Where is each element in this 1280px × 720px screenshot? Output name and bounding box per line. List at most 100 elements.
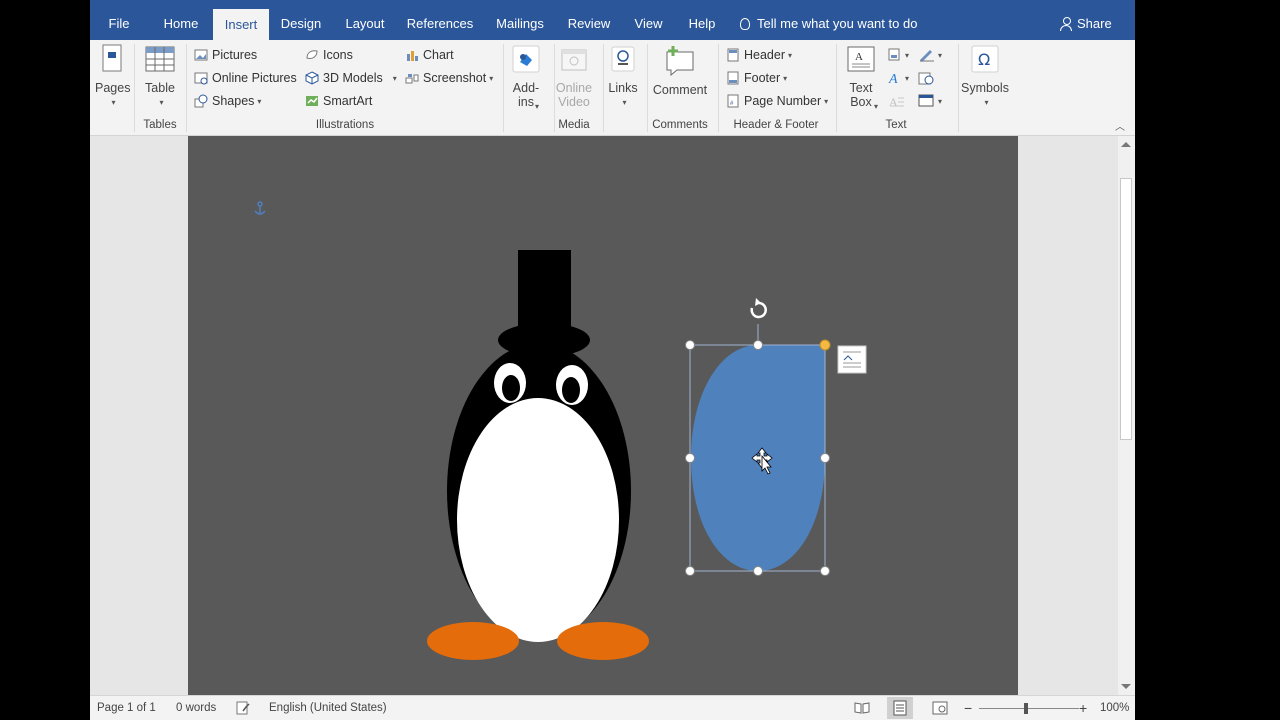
shapes-button[interactable]: Shapes ▾ <box>194 91 261 111</box>
chart-button[interactable]: Chart <box>405 45 454 65</box>
share-button[interactable]: Share <box>1060 0 1112 40</box>
layout-options-icon[interactable] <box>837 345 867 374</box>
tab-review[interactable]: Review <box>565 0 613 40</box>
text-box-button[interactable]: A Text Box ▾ <box>842 44 880 111</box>
pictures-label: Pictures <box>212 48 258 62</box>
selected-teardrop-shape[interactable] <box>685 298 831 576</box>
resize-handle[interactable] <box>820 566 830 576</box>
penguin-pupil-right <box>562 377 580 403</box>
penguin-belly <box>457 398 619 642</box>
online-video-button[interactable]: Online Video <box>554 44 594 109</box>
vertical-scrollbar[interactable] <box>1118 136 1135 695</box>
screenshot-button[interactable]: Screenshot ▾ <box>405 68 493 88</box>
svg-text:▾: ▾ <box>905 74 909 83</box>
add-ins-button[interactable]: Add- ins ▾ <box>508 44 544 111</box>
page-number-button[interactable]: # Page Number ▾ <box>726 91 828 111</box>
print-layout-icon[interactable] <box>887 697 913 719</box>
rotate-handle-icon[interactable] <box>750 298 767 319</box>
object-icon[interactable]: ▾ <box>918 94 948 108</box>
wordart-icon[interactable]: A ▾ <box>888 71 916 85</box>
smartart-icon <box>306 96 318 106</box>
icons-button[interactable]: Icons <box>305 45 353 65</box>
share-label: Share <box>1077 16 1112 31</box>
header-icon <box>727 48 739 62</box>
web-layout-icon[interactable] <box>932 701 948 715</box>
chart-label: Chart <box>423 48 454 62</box>
header-button[interactable]: Header ▾ <box>726 45 792 65</box>
tab-layout[interactable]: Layout <box>341 0 389 40</box>
signature-line-icon[interactable]: ▾ <box>918 48 948 62</box>
online-pictures-button[interactable]: Online Pictures <box>194 68 297 88</box>
penguin-foot-left <box>427 622 519 660</box>
chevron-down-icon: ▾ <box>622 98 627 107</box>
scroll-thumb[interactable] <box>1120 178 1132 440</box>
pages-button[interactable]: Pages ▾ <box>95 44 131 109</box>
tab-view[interactable]: View <box>630 0 667 40</box>
word-count[interactable]: 0 words <box>176 696 216 720</box>
zoom-slider[interactable] <box>979 703 1079 714</box>
quick-parts-icon[interactable]: ▾ <box>888 48 916 62</box>
page-number-icon: # <box>727 94 739 108</box>
date-time-icon[interactable] <box>918 71 934 85</box>
tab-design[interactable]: Design <box>276 0 326 40</box>
zoom-level[interactable]: 100% <box>1100 696 1129 720</box>
tab-help[interactable]: Help <box>683 0 721 40</box>
symbols-button[interactable]: Ω Symbols ▾ <box>960 44 1010 109</box>
language[interactable]: English (United States) <box>269 696 387 720</box>
footer-button[interactable]: Footer ▾ <box>726 68 787 88</box>
links-button[interactable]: Links ▾ <box>605 44 641 109</box>
tab-home[interactable]: Home <box>158 0 204 40</box>
separator <box>958 44 959 132</box>
drop-cap-icon[interactable]: A <box>888 94 916 108</box>
lightbulb-icon <box>740 18 750 30</box>
tab-references[interactable]: References <box>406 0 474 40</box>
comment-label: Comment <box>652 83 708 97</box>
online-video-label-2: Video <box>558 95 590 109</box>
scroll-down-icon[interactable] <box>1121 684 1131 689</box>
penguin-foot-right <box>557 622 649 660</box>
proofing-icon[interactable] <box>236 701 251 715</box>
chevron-down-icon: ▾ <box>874 102 879 111</box>
pages-label: Pages <box>95 81 131 95</box>
text-box-icon: A <box>847 46 875 72</box>
zoom-in-button[interactable]: + <box>1079 696 1087 720</box>
comment-button[interactable]: Comment <box>651 44 709 97</box>
svg-text:A: A <box>855 51 863 63</box>
3d-models-button[interactable]: 3D Models ▾ <box>305 68 397 88</box>
page-count[interactable]: Page 1 of 1 <box>97 696 156 720</box>
group-label-header-footer: Header & Footer <box>733 119 819 131</box>
resize-handle[interactable] <box>753 566 763 576</box>
table-icon <box>145 46 175 72</box>
word-window: File Home Insert Design Layout Reference… <box>90 0 1135 720</box>
tab-file[interactable]: File <box>100 0 138 40</box>
collapse-ribbon-icon[interactable]: ︿ <box>1115 118 1125 133</box>
resize-handle[interactable] <box>685 340 695 350</box>
tab-insert[interactable]: Insert <box>213 9 269 40</box>
separator <box>186 44 187 132</box>
separator <box>718 44 719 132</box>
resize-handle[interactable] <box>685 453 695 463</box>
icons-label: Icons <box>323 48 353 62</box>
smartart-button[interactable]: SmartArt <box>305 91 372 111</box>
chevron-down-icon: ▾ <box>824 97 829 106</box>
tell-me-search[interactable]: Tell me what you want to do <box>740 0 917 40</box>
scroll-up-icon[interactable] <box>1121 142 1131 147</box>
penguin-drawing <box>427 250 649 660</box>
resize-handle[interactable] <box>685 566 695 576</box>
pictures-button[interactable]: Pictures <box>194 45 257 65</box>
resize-handle[interactable] <box>820 453 830 463</box>
group-label-tables: Tables <box>143 119 177 131</box>
zoom-slider-thumb[interactable] <box>1024 703 1028 714</box>
table-button[interactable]: Table ▾ <box>142 44 178 109</box>
chevron-down-icon: ▾ <box>257 97 262 106</box>
adjust-handle[interactable] <box>819 339 831 351</box>
zoom-out-button[interactable]: − <box>964 696 972 720</box>
resize-handle[interactable] <box>753 340 763 350</box>
document-page[interactable] <box>188 136 1018 695</box>
read-mode-icon[interactable] <box>854 702 870 714</box>
chevron-down-icon: ▾ <box>783 74 788 83</box>
tab-mailings[interactable]: Mailings <box>493 0 547 40</box>
svg-text:▾: ▾ <box>938 51 942 60</box>
chevron-down-icon: ▾ <box>159 98 164 107</box>
online-video-label-1: Online <box>555 81 593 95</box>
